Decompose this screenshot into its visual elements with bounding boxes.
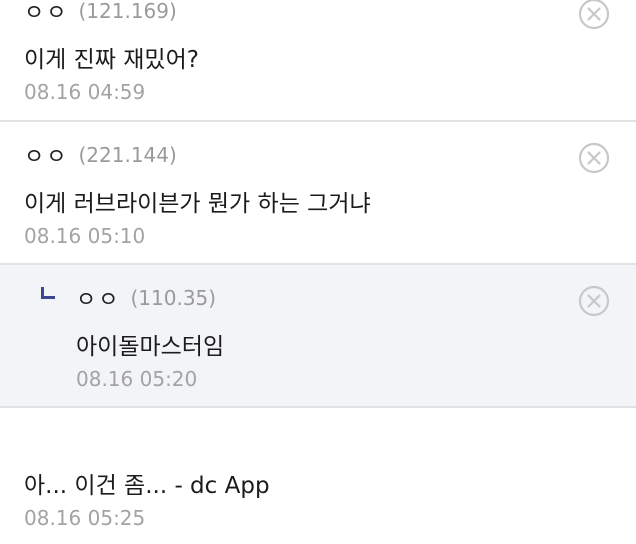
comment-item: 아... 이건 좀... - dc App 08.16 05:25 [0,408,636,544]
comment-text: 이게 러브라이븐가 뭔가 하는 그거냐 [24,191,371,217]
comment-date: 08.16 05:25 [24,506,146,530]
author-ip: (121.169) [78,0,177,23]
comment-text: 이게 진짜 재밌어? [24,47,199,73]
comment-text: 아이돌마스터임 [76,334,225,360]
reply-comment-item: ㅇㅇ (110.35) 아이돌마스터임 08.16 05:20 [0,265,636,408]
comment-date: 08.16 05:20 [76,367,198,391]
comment-item: ㅇㅇ (121.169) 이게 진짜 재밌어? 08.16 04:59 [0,0,636,122]
comment-item: ㅇㅇ (221.144) 이게 러브라이븐가 뭔가 하는 그거냐 08.16 0… [0,122,636,265]
delete-comment-button[interactable] [578,142,610,174]
author-nickname[interactable]: ㅇㅇ [24,0,68,27]
author-ip: (221.144) [78,143,177,167]
comment-author: ㅇㅇ (121.169) [24,0,177,27]
delete-comment-button[interactable] [578,0,610,30]
author-nickname[interactable]: ㅇㅇ [76,282,120,314]
close-circle-icon [578,142,610,174]
close-circle-icon [578,285,610,317]
comment-text: 아... 이건 좀... - dc App [24,473,270,499]
author-nickname[interactable]: ㅇㅇ [24,139,68,171]
comment-date: 08.16 04:59 [24,80,146,104]
comment-author: ㅇㅇ (221.144) [24,139,177,171]
delete-comment-button[interactable] [578,285,610,317]
author-ip: (110.35) [130,286,217,310]
reply-arrow-icon [41,287,55,299]
comment-author: ㅇㅇ (110.35) [76,282,217,314]
close-circle-icon [578,0,610,30]
comment-date: 08.16 05:10 [24,224,146,248]
